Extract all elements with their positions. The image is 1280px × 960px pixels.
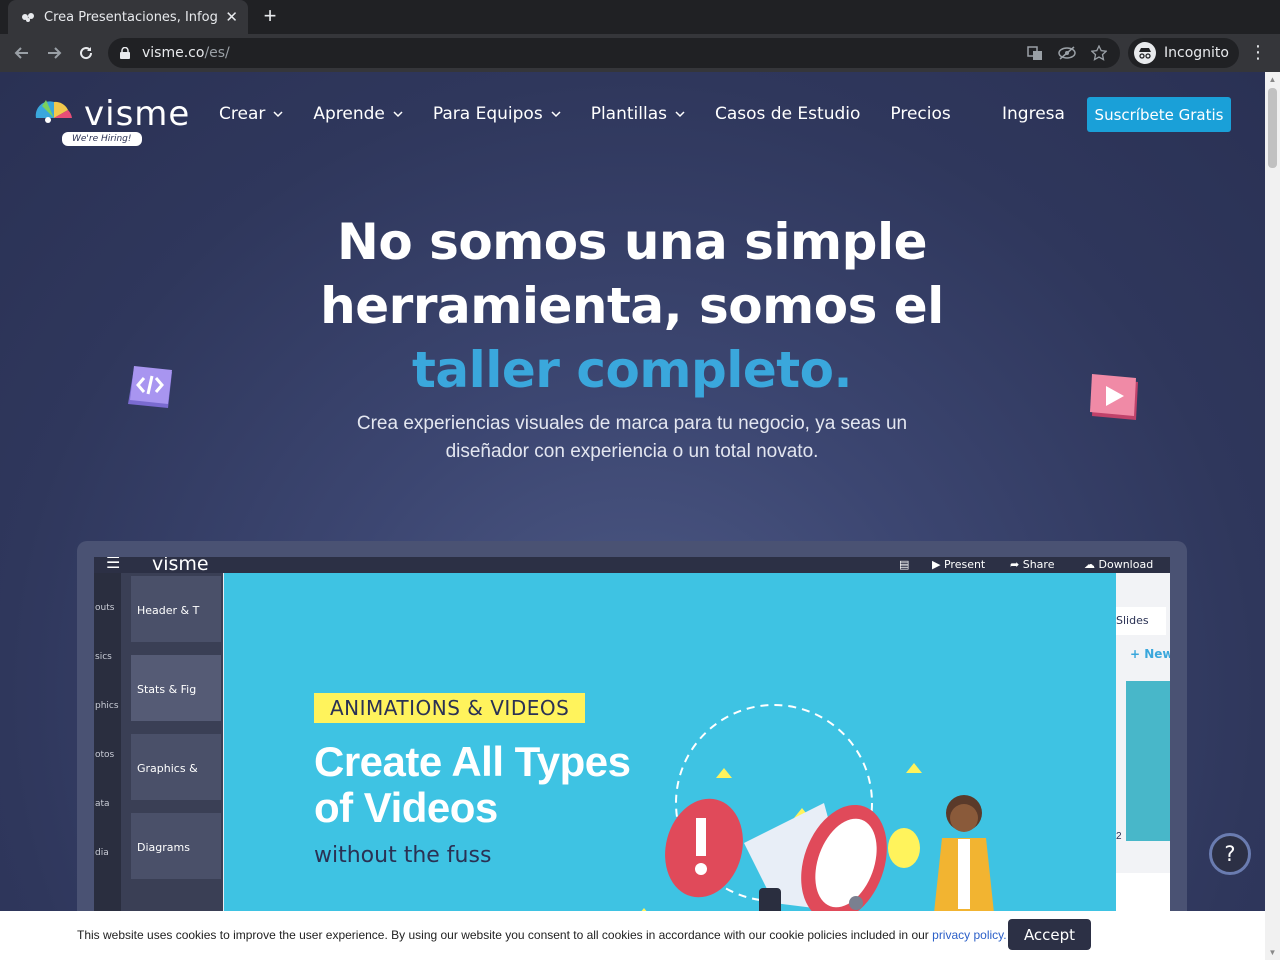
scroll-down-icon[interactable]: ▼ <box>1268 948 1277 957</box>
chevron-down-icon <box>675 111 685 118</box>
privacy-policy-link[interactable]: privacy policy. <box>932 928 1006 942</box>
graphics-side-label: phics <box>95 701 119 711</box>
lock-icon <box>120 47 130 59</box>
logo-wordmark: visme <box>84 94 191 134</box>
panel-card: Diagrams <box>131 813 221 879</box>
cookie-banner: This website uses cookies to improve the… <box>0 911 1265 960</box>
visme-logo-icon <box>35 100 72 123</box>
video-play-icon <box>1090 374 1138 420</box>
nav-item-casos-de-estudio[interactable]: Casos de Estudio <box>715 104 860 124</box>
browser-menu-icon[interactable]: ⋮ <box>1248 43 1268 63</box>
page-viewport: visme We're Hiring! Crear Aprende Para Equ… <box>0 72 1265 960</box>
hiring-badge[interactable]: We're Hiring! <box>62 132 142 146</box>
signup-button[interactable]: Suscríbete Gratis <box>1087 97 1231 132</box>
nav-item-aprende[interactable]: Aprende <box>313 104 403 124</box>
url-host: visme.co <box>142 45 205 61</box>
help-button[interactable]: ? <box>1209 833 1251 875</box>
login-link[interactable]: Ingresa <box>1002 104 1065 124</box>
editor-content-panel: Header & T Stats & Fig Graphics & Diagra… <box>121 573 223 960</box>
url-path: /es/ <box>204 45 230 61</box>
download-label: Download <box>1098 558 1154 571</box>
hamburger-menu-icon: ☰ <box>106 557 121 572</box>
chevron-down-icon <box>393 111 403 118</box>
editor-icon-column: outs sics phics otos ata dia <box>94 573 121 960</box>
nav-item-label: Aprende <box>313 104 385 124</box>
download-action: ☁ Download <box>1084 558 1154 571</box>
cookie-accept-button[interactable]: Accept <box>1008 919 1091 950</box>
present-label: Present <box>943 558 986 571</box>
cookie-message: This website uses cookies to improve the… <box>77 928 929 942</box>
address-bar[interactable]: visme.co/es/ <box>108 38 1120 68</box>
nav-item-para-equipos[interactable]: Para Equipos <box>433 104 561 124</box>
chevron-down-icon <box>551 111 561 118</box>
visme-favicon-icon <box>22 13 34 22</box>
slides-label: Slides <box>1116 607 1166 635</box>
canvas-subtitle: without the fuss <box>314 843 492 868</box>
tab-title: Crea Presentaciones, Infog <box>44 9 218 25</box>
editor-logo: visme <box>152 557 209 573</box>
nav-item-label: Crear <box>219 104 266 124</box>
hero-title-line2: herramienta, somos el <box>320 277 944 335</box>
photos-side-label: otos <box>95 750 115 760</box>
nav-item-label: Para Equipos <box>432 104 543 124</box>
browser-tab-bar: Crea Presentaciones, Infog ✕ + <box>0 0 1280 34</box>
bookmark-star-icon[interactable] <box>1090 44 1108 62</box>
translate-icon[interactable] <box>1026 44 1044 62</box>
media-side-label: dia <box>95 848 109 858</box>
url-text: visme.co/es/ <box>142 45 1026 61</box>
basics-side-label: sics <box>95 652 112 662</box>
browser-tab[interactable]: Crea Presentaciones, Infog ✕ <box>8 0 248 34</box>
present-action: ▶ Present <box>932 558 986 571</box>
panel-card: Stats & Fig <box>131 655 221 721</box>
visme-logo[interactable]: visme We're Hiring! <box>32 94 192 150</box>
nav-item-label: Plantillas <box>590 104 667 124</box>
cookie-text: This website uses cookies to improve the… <box>77 928 1007 942</box>
nav-item-plantillas[interactable]: Plantillas <box>591 104 685 124</box>
slide-thumbnail <box>1126 681 1170 841</box>
incognito-label: Incognito <box>1164 45 1229 61</box>
share-label: Share <box>1022 558 1055 571</box>
page-scrollbar[interactable]: ▲ ▼ <box>1265 72 1280 960</box>
new-slide-button: + New <box>1130 647 1170 661</box>
editor-top-bar: ☰ visme ▤ ▶ Present ➦ Share ☁ Download <box>94 557 1170 573</box>
panel-card: Header & T <box>131 576 221 642</box>
hero-title-line1: No somos una simple <box>336 213 928 271</box>
hero-title-accent: taller completo. <box>411 341 853 399</box>
scrollbar-thumb[interactable] <box>1268 88 1277 168</box>
browser-toolbar: visme.co/es/ Incognito ⋮ <box>0 34 1280 72</box>
main-nav: Crear Aprende Para Equipos Plantillas Casos … <box>219 104 981 124</box>
hero-title: No somos una simple herramienta, somos e… <box>232 210 1032 402</box>
editor-body: outs sics phics otos ata dia Header & T … <box>94 573 1170 960</box>
nav-item-precios[interactable]: Precios <box>890 104 950 124</box>
new-tab-button[interactable]: + <box>258 5 282 29</box>
code-block-icon <box>128 366 172 408</box>
nav-item-label: Precios <box>890 104 951 124</box>
tab-close-icon[interactable]: ✕ <box>225 8 238 26</box>
panel-card: Graphics & <box>131 734 221 800</box>
chevron-down-icon <box>273 111 283 118</box>
editor-slides-panel: Slides + New 2 <box>1116 573 1170 960</box>
eye-off-icon[interactable] <box>1058 44 1076 62</box>
back-arrow-icon[interactable] <box>6 37 38 69</box>
incognito-icon <box>1134 42 1156 64</box>
scroll-up-icon[interactable]: ▲ <box>1268 75 1277 84</box>
editor-canvas: ANIMATIONS & VIDEOS Create All Types of … <box>224 573 1116 960</box>
hero-subtitle: Crea experiencias visuales de marca para… <box>356 413 908 462</box>
animations-tag: ANIMATIONS & VIDEOS <box>314 693 586 723</box>
layouts-side-label: outs <box>95 603 115 613</box>
incognito-indicator[interactable]: Incognito <box>1128 38 1239 68</box>
nav-item-crear[interactable]: Crear <box>219 104 283 124</box>
data-side-label: ata <box>95 799 110 809</box>
share-action: ➦ Share <box>1010 558 1055 571</box>
slide-number: 2 <box>1116 831 1122 842</box>
comment-icon: ▤ <box>899 558 910 571</box>
reload-icon[interactable] <box>70 37 102 69</box>
canvas-title: Create All Types of Videos <box>314 738 631 831</box>
nav-item-label: Casos de Estudio <box>714 104 861 124</box>
forward-arrow-icon[interactable] <box>38 37 70 69</box>
